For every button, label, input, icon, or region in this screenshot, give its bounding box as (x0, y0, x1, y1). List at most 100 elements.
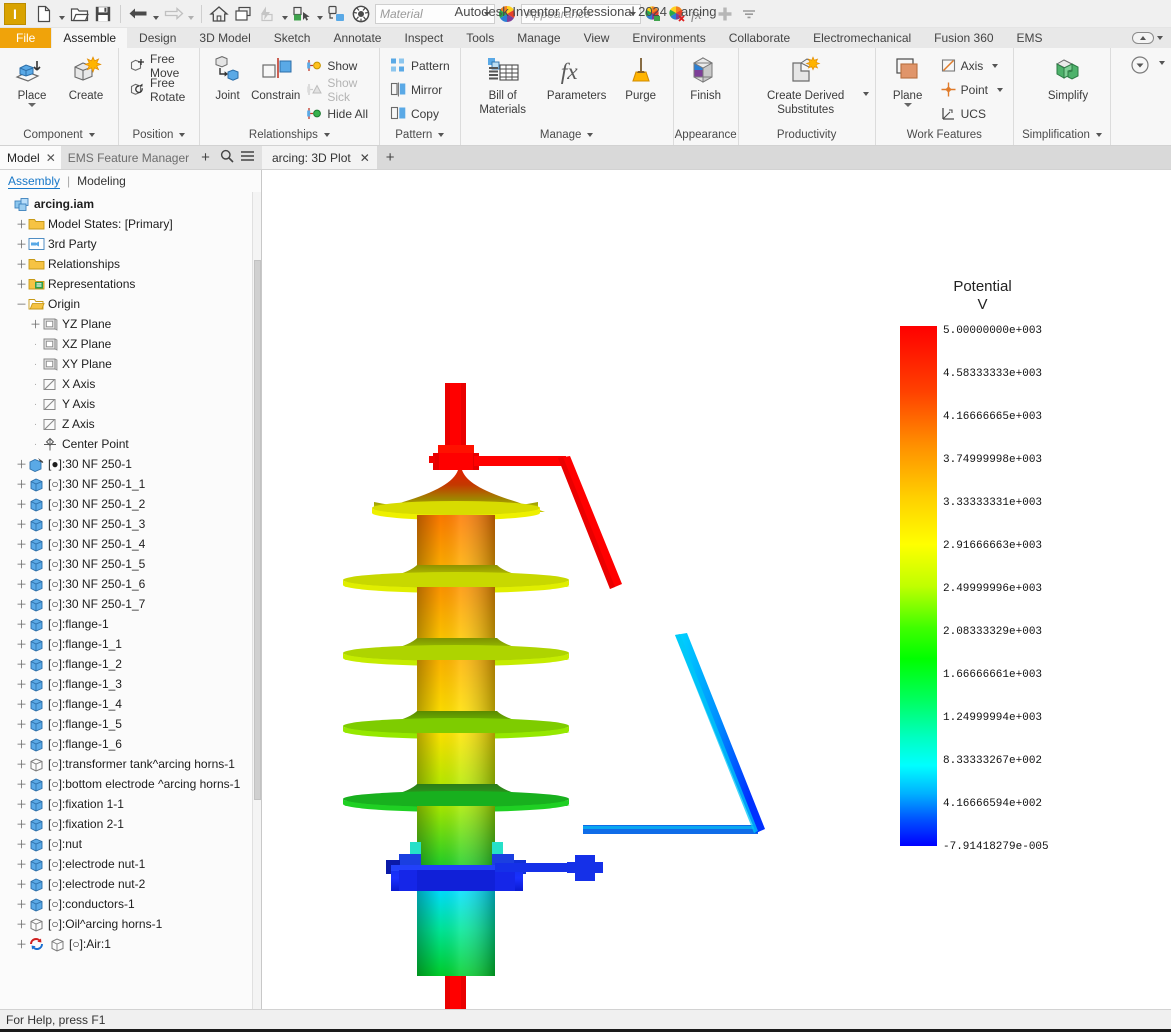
plane-dropdown[interactable] (903, 103, 912, 107)
finish-button[interactable]: Finish (680, 52, 732, 102)
browser-tree-item[interactable]: ＋ [○]:fixation 1-1 (0, 794, 261, 814)
expand-icon[interactable]: ＋ (16, 214, 27, 234)
browser-tree-item[interactable]: · Z Axis (0, 414, 261, 434)
tab-collaborate[interactable]: Collaborate (718, 28, 803, 48)
expand-icon[interactable]: ＋ (30, 314, 41, 334)
expand-icon[interactable]: ＋ (16, 754, 27, 774)
panel-title-position[interactable]: Position (119, 125, 199, 145)
expand-icon[interactable]: ＋ (16, 874, 27, 894)
expand-icon[interactable]: ＋ (16, 854, 27, 874)
tab-3d-model[interactable]: 3D Model (188, 28, 263, 48)
add-icon[interactable] (713, 2, 737, 26)
panel-title-pattern[interactable]: Pattern (380, 125, 460, 145)
ribbon-collapse-icon[interactable] (1132, 32, 1154, 44)
tab-sketch[interactable]: Sketch (263, 28, 323, 48)
tab-environments[interactable]: Environments (621, 28, 718, 48)
expand-icon[interactable]: ＋ (16, 774, 27, 794)
panel-title-manage[interactable]: Manage (461, 125, 673, 145)
axis-dropdown[interactable] (992, 63, 999, 68)
browser-tree-item[interactable]: arcing.iam (0, 194, 261, 214)
panel-title-simplification[interactable]: Simplification (1014, 125, 1110, 145)
point-dropdown[interactable] (997, 87, 1003, 92)
browser-tree-item[interactable]: ＋ [○]:transformer tank^arcing horns-1 (0, 754, 261, 774)
browser-tree-item[interactable]: ＋ [○]:30 NF 250-1_3 (0, 514, 261, 534)
axis-button[interactable]: Axis (936, 54, 1007, 77)
browser-tree-item[interactable]: · Center Point (0, 434, 261, 454)
expand-icon[interactable]: ＋ (16, 474, 27, 494)
free-move-button[interactable]: Free Move (125, 52, 193, 80)
graphics-viewport[interactable]: Potential V 5.00000000e+003 4.58333333e+… (262, 170, 1171, 1009)
pattern-button[interactable]: Pattern (386, 54, 454, 77)
ribbon-options-dropdown[interactable] (1157, 36, 1163, 40)
ribbon-overflow-icon[interactable] (1127, 52, 1153, 78)
browser-tree-item[interactable]: · XZ Plane (0, 334, 261, 354)
tab-electromechanical[interactable]: Electromechanical (802, 28, 924, 48)
tab-view[interactable]: View (573, 28, 622, 48)
expand-icon[interactable]: ＋ (16, 234, 27, 254)
expand-icon[interactable]: ＋ (16, 934, 27, 954)
material-combo[interactable]: Material (375, 3, 495, 24)
tab-design[interactable]: Design (128, 28, 189, 48)
expand-icon[interactable]: ＋ (16, 914, 27, 934)
browser-tree-item[interactable]: ＋ YZ Plane (0, 314, 261, 334)
tab-tools[interactable]: Tools (455, 28, 507, 48)
browser-tree-item[interactable]: · XY Plane (0, 354, 261, 374)
close-icon[interactable]: ✕ (360, 151, 370, 165)
place-component-dropdown[interactable] (28, 103, 36, 107)
create-derived-dropdown[interactable] (862, 92, 869, 96)
browser-scrollbar-thumb[interactable] (254, 260, 261, 800)
browser-tree-item[interactable]: ＋ [○]:30 NF 250-1_7 (0, 594, 261, 614)
place-component-button[interactable]: Place (6, 52, 58, 107)
browser-tab-model[interactable]: Model ✕ (0, 146, 61, 169)
joint-button[interactable]: Joint (206, 52, 249, 102)
expand-icon[interactable]: ＋ (16, 594, 27, 614)
adjust-appearance-icon[interactable] (641, 2, 665, 26)
browser-tree-item[interactable]: ＋ [○]:conductors-1 (0, 894, 261, 914)
browser-tree-item[interactable]: ＋ [○]:30 NF 250-1_4 (0, 534, 261, 554)
expand-icon[interactable]: ＋ (16, 834, 27, 854)
add-browser-tab-button[interactable]: + (194, 146, 217, 169)
browser-tree-item[interactable]: ＋ [○]:bottom electrode ^arcing horns-1 (0, 774, 261, 794)
expand-icon[interactable]: ＋ (16, 714, 27, 734)
browser-tree-item[interactable]: ＋ [○]:30 NF 250-1_5 (0, 554, 261, 574)
save-icon[interactable] (91, 2, 115, 26)
tab-manage[interactable]: Manage (506, 28, 573, 48)
browser-tree-item[interactable]: ＋ [○]:flange-1_4 (0, 694, 261, 714)
document-tab-arcing-3d-plot[interactable]: arcing: 3D Plot ✕ (262, 146, 377, 169)
bill-of-materials-button[interactable]: Bill of Materials (467, 52, 539, 116)
customize-qat-icon[interactable] (737, 2, 761, 26)
expand-icon[interactable]: ＋ (16, 454, 27, 474)
browser-tree-item[interactable]: － Origin (0, 294, 261, 314)
browser-tree-item[interactable]: ＋ 3rd Party (0, 234, 261, 254)
browser-tree-item[interactable]: ＋ [●]:30 NF 250-1 (0, 454, 261, 474)
expand-icon[interactable]: ＋ (16, 794, 27, 814)
browser-tree-item[interactable]: ＋ [○]:Oil^arcing horns-1 (0, 914, 261, 934)
select-dropdown[interactable] (314, 2, 325, 26)
tab-annotate[interactable]: Annotate (322, 28, 394, 48)
expand-icon[interactable]: ＋ (16, 734, 27, 754)
new-file-dropdown[interactable] (56, 2, 67, 26)
constrain-button[interactable]: Constrain (251, 52, 300, 102)
expand-icon[interactable]: ＋ (16, 814, 27, 834)
tab-file[interactable]: File (0, 28, 53, 48)
material-sphere-icon[interactable] (349, 2, 373, 26)
tab-assemble[interactable]: Assemble (52, 28, 129, 48)
purge-button[interactable]: Purge (615, 52, 667, 102)
ribbon-overflow-dropdown[interactable] (1159, 61, 1165, 65)
expand-icon[interactable]: ＋ (16, 254, 27, 274)
mirror-button[interactable]: Mirror (386, 78, 454, 101)
appearance-combo[interactable]: Appearance (521, 3, 641, 24)
appearance-wheel-icon[interactable] (495, 2, 519, 26)
home-icon[interactable] (207, 2, 231, 26)
browser-tree-item[interactable]: ＋ [○]:30 NF 250-1_6 (0, 574, 261, 594)
expand-icon[interactable]: ＋ (16, 694, 27, 714)
expand-icon[interactable]: ＋ (16, 894, 27, 914)
clear-appearance-icon[interactable] (665, 2, 689, 26)
undo-dropdown[interactable] (150, 2, 161, 26)
simplify-button[interactable]: Simplify (1032, 52, 1104, 102)
browser-tree-item[interactable]: ＋ [○]:electrode nut-1 (0, 854, 261, 874)
point-button[interactable]: Point (936, 78, 1007, 101)
create-derived-substitutes-button[interactable]: Create Derived Substitutes (751, 52, 861, 116)
browser-tree-item[interactable]: ＋ [○]:30 NF 250-1_1 (0, 474, 261, 494)
add-document-tab-button[interactable]: + (377, 146, 404, 169)
